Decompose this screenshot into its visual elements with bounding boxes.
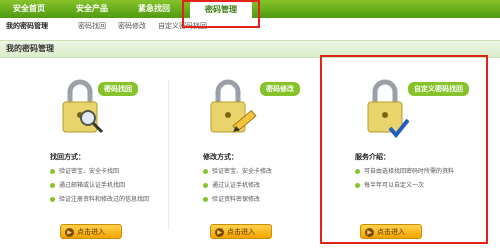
list-item: 验证密宝、安全卡修改 xyxy=(203,166,272,175)
list-item: 验证资料密保修改 xyxy=(203,194,260,203)
list-item: 通过认证手机修改 xyxy=(203,180,260,189)
subnav-password-recovery[interactable]: 密码找回 xyxy=(78,18,106,34)
card-password-recovery: 密码找回 找回方式： 验证密宝、安全卡找回 通过邮箱或认证手机找回 验证注册资料… xyxy=(5,60,165,250)
list-item: 通过邮箱或认证手机找回 xyxy=(50,180,125,189)
bullet-icon xyxy=(203,183,208,188)
highlight-box-card xyxy=(320,55,488,244)
pencil-icon xyxy=(232,109,257,133)
highlight-box-tab xyxy=(182,0,260,28)
card-section-title: 修改方式： xyxy=(203,153,238,161)
tab-emergency-recovery[interactable]: 紧急找回 xyxy=(130,0,178,18)
enter-button[interactable]: ▶ 点击进入 xyxy=(210,224,272,239)
subnav-my-password[interactable]: 我的密码管理 xyxy=(6,18,48,34)
bubble-password-recovery: 密码找回 xyxy=(98,82,138,96)
bullet-icon xyxy=(203,197,208,202)
magnifier-icon xyxy=(80,110,104,134)
tab-security-home[interactable]: 安全首页 xyxy=(8,0,50,18)
arrow-right-icon: ▶ xyxy=(65,228,74,237)
card-section-title: 找回方式： xyxy=(50,153,85,161)
section-title: 我的密码管理 xyxy=(6,44,54,53)
tab-security-products[interactable]: 安全产品 xyxy=(68,0,116,18)
bullet-icon xyxy=(50,197,55,202)
arrow-right-icon: ▶ xyxy=(215,228,224,237)
list-item: 验证密宝、安全卡找回 xyxy=(50,166,119,175)
subnav-password-change[interactable]: 密码修改 xyxy=(118,18,146,34)
list-item: 验证注册资料和修改过的信息找回 xyxy=(50,194,149,203)
bubble-password-change: 密码修改 xyxy=(260,82,300,96)
card-password-change: 密码修改 修改方式： 验证密宝、安全卡修改 通过认证手机修改 验证资料密保修改 … xyxy=(160,60,320,250)
bullet-icon xyxy=(50,183,55,188)
bullet-icon xyxy=(203,169,208,174)
bullet-icon xyxy=(50,169,55,174)
enter-button[interactable]: ▶ 点击进入 xyxy=(60,224,122,239)
